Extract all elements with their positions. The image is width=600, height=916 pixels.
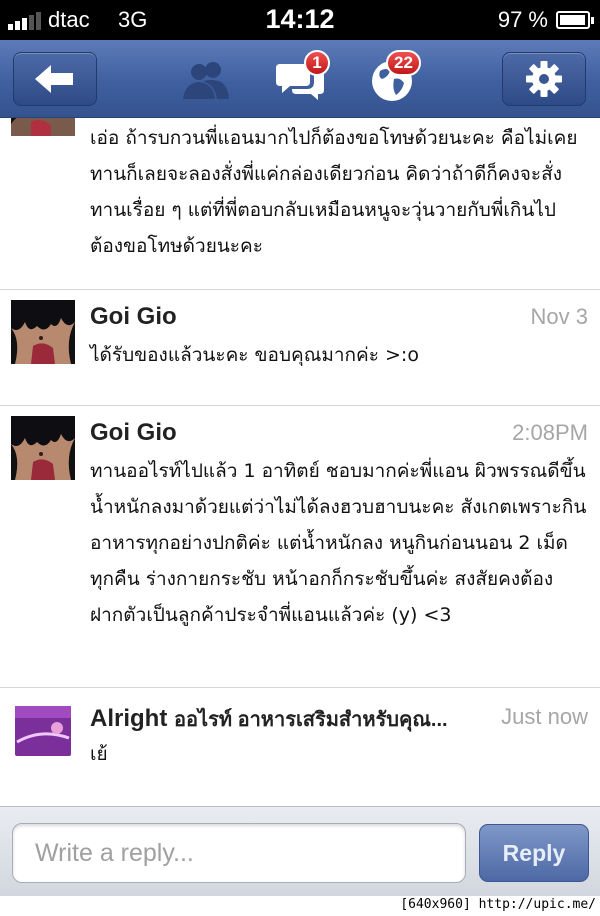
avatar [11,416,75,480]
back-arrow-icon [35,65,73,93]
message-time: 2:08PM [512,420,588,445]
gear-icon [526,61,562,97]
message-body: ทานออไรท์ไปแล้ว 1 อาทิตย์ ชอบมากค่ะพี่แอ… [90,460,587,626]
message-item: เอ่อ ถ้ารบกวนพี่แอนมากไปก็ต้องขอโทษด้วยน… [0,118,600,290]
sender-name: Goi Gio [90,303,177,330]
avatar [11,698,75,762]
notifications-button[interactable]: 22 [366,50,421,104]
sender-name: Goi Gio [90,419,177,446]
avatar [11,300,75,364]
sender-preview: ออไรท์ อาหารเสริมสำหรับคุณ... [174,709,448,731]
message-time: Nov 3 [530,304,588,329]
message-body: เย้ [90,743,108,765]
friends-icon [183,62,229,99]
friends-button[interactable] [180,58,232,104]
messages-badge: 1 [304,50,330,76]
message-body: ได้รับของแล้วนะคะ ขอบคุณมากค่ะ >:o [90,344,419,366]
nav-bar: 1 22 [0,40,600,118]
message-thread[interactable]: เอ่อ ถ้ารบกวนพี่แอนมากไปก็ต้องขอโทษด้วยน… [0,118,600,806]
sender-name: Alright ออไรท์ อาหารเสริมสำหรับคุณ... [90,703,448,735]
message-item: Alright ออไรท์ อาหารเสริมสำหรับคุณ... Ju… [0,688,600,806]
status-bar: dtac 3G 14:12 97 % [0,0,600,40]
battery-percent: 97 % [497,7,548,32]
sender-name-text: Alright [90,705,168,732]
avatar [11,118,75,136]
messages-button[interactable]: 1 [274,50,330,104]
reply-bar: Reply [0,806,600,896]
back-button[interactable] [13,52,97,106]
watermark: [640x960] http://upic.me/ [0,896,600,916]
notifications-badge: 22 [386,50,421,76]
reply-input[interactable] [12,823,466,883]
battery-icon [556,11,594,29]
message-time: Just now [501,704,588,729]
message-item: Goi Gio 2:08PM ทานออไรท์ไปแล้ว 1 อาทิตย์… [0,406,600,688]
message-item: Goi Gio Nov 3 ได้รับของแล้วนะคะ ขอบคุณมา… [0,290,600,406]
settings-button[interactable] [502,52,586,106]
watermark-text: [640x960] http://upic.me/ [400,897,596,912]
reply-button[interactable]: Reply [479,824,589,882]
message-body: เอ่อ ถ้ารบกวนพี่แอนมากไปก็ต้องขอโทษด้วยน… [90,127,578,257]
